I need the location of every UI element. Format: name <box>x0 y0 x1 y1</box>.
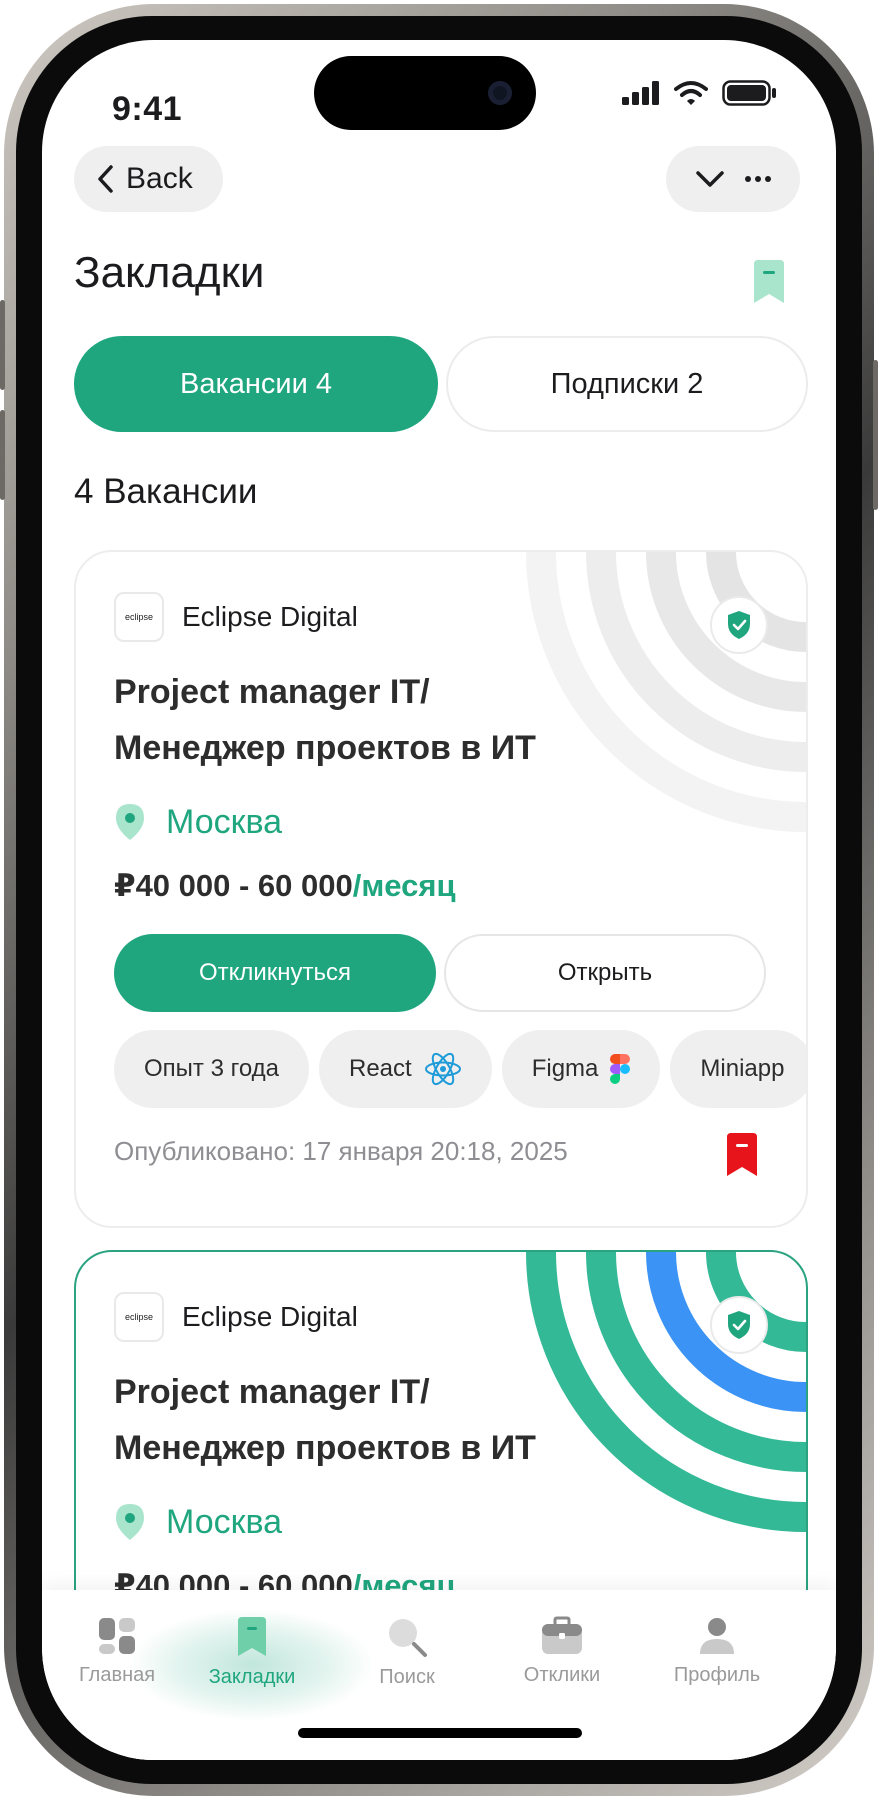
tag-chip[interactable]: React <box>319 1030 492 1108</box>
tag-chip[interactable]: Figma <box>501 1030 661 1108</box>
tag-chips: Опыт 3 года React Figma Miniapp <box>114 1030 806 1108</box>
status-icons <box>622 80 778 106</box>
verified-badge <box>710 596 768 654</box>
tab-responses[interactable]: Отклики <box>487 1616 637 1687</box>
screen: 9:41 Back Закладки Вакансии 4 Подписки 2… <box>42 40 836 1760</box>
company-name: Eclipse Digital <box>182 601 358 632</box>
saved-bookmark-icon[interactable] <box>724 1132 760 1178</box>
location-text: Москва <box>166 1502 283 1541</box>
home-indicator[interactable] <box>298 1728 582 1738</box>
salary: ₽40 000 - 60 000/месяц <box>114 868 456 903</box>
company-name: Eclipse Digital <box>182 1301 358 1332</box>
company-row: eclipse Eclipse Digital <box>114 592 358 642</box>
location-pin-icon <box>116 1504 144 1540</box>
tag-chip[interactable]: Miniapp <box>670 1030 806 1108</box>
volume-button <box>0 410 5 500</box>
tab-home[interactable]: Главная <box>42 1616 192 1687</box>
job-title: Project manager IT/ Менеджер проектов в … <box>114 1373 536 1467</box>
chevron-down-icon[interactable] <box>695 169 725 189</box>
camera-icon <box>488 81 512 105</box>
tag-chip[interactable]: Опыт 3 года <box>114 1030 309 1108</box>
bookmark-icon[interactable] <box>750 258 788 306</box>
more-icon[interactable] <box>745 176 771 182</box>
open-button[interactable]: Открыть <box>444 934 766 1012</box>
shield-check-icon <box>728 611 750 639</box>
chevron-left-icon <box>98 165 113 193</box>
home-icon <box>99 1618 135 1654</box>
power-button <box>873 360 878 510</box>
volume-button <box>0 300 5 390</box>
tab-bookmarks[interactable]: Закладки <box>177 1616 327 1689</box>
page-title: Закладки <box>74 248 265 297</box>
wifi-icon <box>674 81 708 105</box>
section-title: 4 Вакансии <box>74 472 258 511</box>
shield-check-icon <box>728 1311 750 1339</box>
menu-pill[interactable] <box>666 146 800 212</box>
company-row: eclipse Eclipse Digital <box>114 1292 358 1342</box>
location-row: Москва <box>114 802 282 842</box>
bookmark-icon <box>238 1617 266 1656</box>
job-title: Project manager IT/ Менеджер проектов в … <box>114 673 536 767</box>
react-icon <box>424 1052 461 1086</box>
location-text: Москва <box>166 802 283 841</box>
company-logo: eclipse <box>114 592 164 642</box>
briefcase-icon <box>542 1616 582 1654</box>
vacancy-card[interactable]: eclipse Eclipse Digital Project manager … <box>74 550 808 1228</box>
status-time: 9:41 <box>112 90 183 128</box>
verified-badge <box>710 1296 768 1354</box>
apply-button[interactable]: Откликнуться <box>114 934 436 1012</box>
location-pin-icon <box>116 804 144 840</box>
search-icon <box>389 1619 427 1657</box>
figma-icon <box>610 1054 631 1084</box>
signal-icon <box>622 81 659 105</box>
tab-vacancies[interactable]: Вакансии 4 <box>74 336 438 432</box>
battery-icon <box>722 80 776 106</box>
profile-icon <box>700 1618 734 1654</box>
back-button[interactable]: Back <box>74 146 223 212</box>
tab-subscriptions[interactable]: Подписки 2 <box>446 336 808 432</box>
company-logo: eclipse <box>114 1292 164 1342</box>
published-date: Опубликовано: 17 января 20:18, 2025 <box>114 1136 568 1166</box>
tab-search[interactable]: Поиск <box>332 1616 482 1689</box>
tab-profile[interactable]: Профиль <box>642 1616 792 1687</box>
back-label: Back <box>126 162 193 195</box>
dynamic-island <box>314 56 536 130</box>
location-row: Москва <box>114 1502 282 1542</box>
